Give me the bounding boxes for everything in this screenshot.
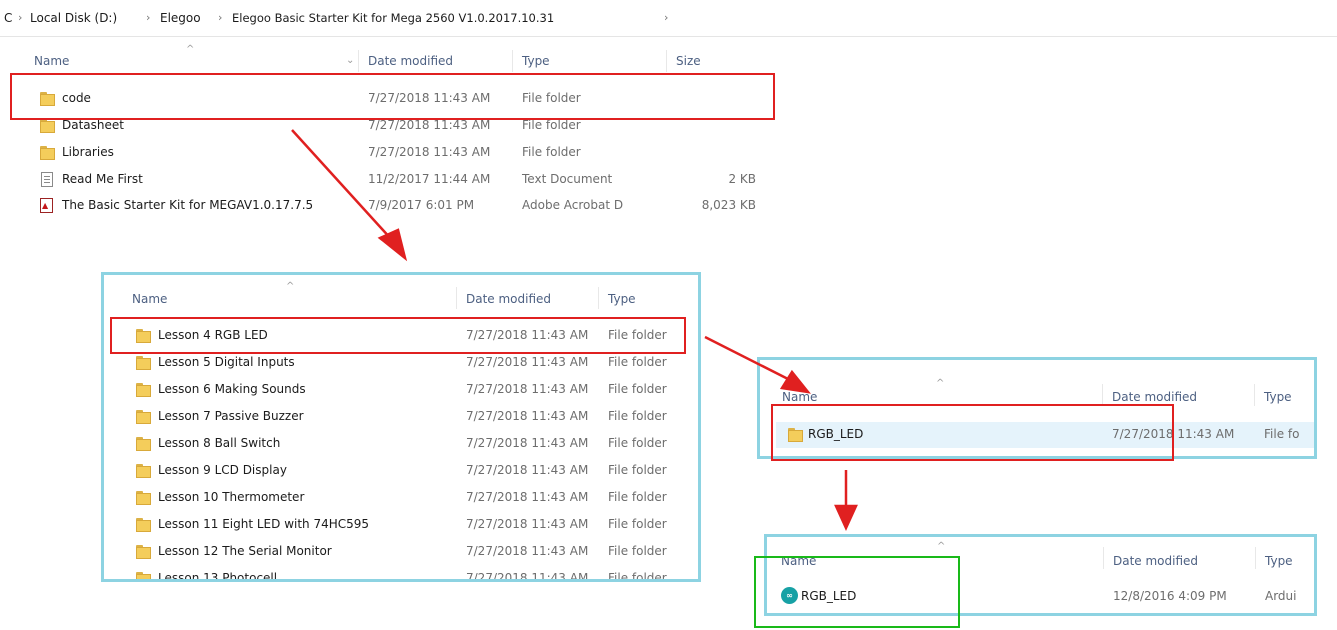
annotation-arrows [291,129,858,532]
arrow-to-rgb-folder [704,335,791,382]
arrow-to-lessons [291,129,393,241]
arrow-head-icon [834,504,858,532]
arrow-head-icon [377,228,408,262]
arrow-head-icon [779,369,811,394]
